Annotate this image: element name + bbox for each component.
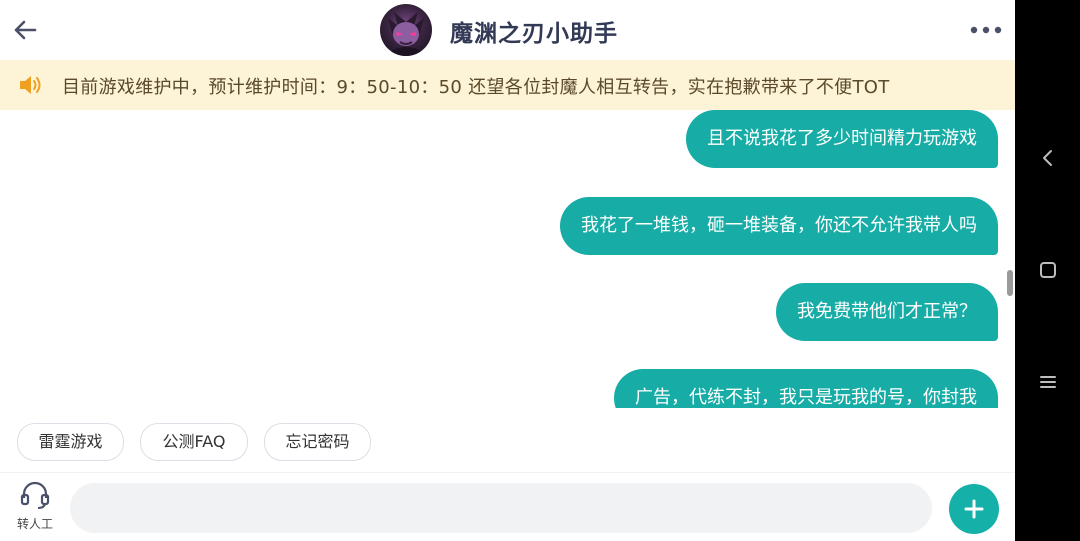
transfer-to-agent-button[interactable]: 转人工: [10, 481, 60, 533]
add-attachment-button[interactable]: [949, 484, 999, 534]
speaker-icon: [20, 76, 41, 94]
quick-reply-chip-faq[interactable]: 公测FAQ: [140, 423, 248, 461]
scrollbar-thumb[interactable]: [1007, 270, 1013, 296]
plus-icon: [964, 499, 984, 519]
more-horizontal-icon: [970, 26, 1002, 34]
chat-message-list[interactable]: 且不说我花了多少时间精力玩游戏 我花了一堆钱，砸一堆装备，你还不允许我带人吗 我…: [0, 110, 1015, 408]
system-home-button[interactable]: [1035, 257, 1061, 283]
notice-text: 目前游戏维护中，预计维护时间：9：50-10：50 还望各位封魔人相互转告，实在…: [62, 77, 890, 98]
back-button[interactable]: [8, 12, 42, 48]
user-message-bubble: 广告，代练不封，我只是玩我的号，你封我: [614, 369, 998, 408]
maintenance-notice-bar: 目前游戏维护中，预计维护时间：9：50-10：50 还望各位封魔人相互转告，实在…: [0, 60, 1015, 110]
message-input[interactable]: [70, 483, 932, 533]
headset-icon: [20, 481, 50, 509]
user-message-bubble: 我花了一堆钱，砸一堆装备，你还不允许我带人吗: [560, 197, 998, 255]
user-message-bubble: 且不说我花了多少时间精力玩游戏: [686, 110, 998, 168]
transfer-to-agent-label: 转人工: [16, 517, 53, 531]
menu-lines-icon: [1040, 376, 1056, 388]
chevron-left-icon: [1043, 150, 1052, 166]
quick-reply-chip-forgot-password[interactable]: 忘记密码: [264, 423, 371, 461]
character-avatar: [380, 4, 432, 56]
more-button[interactable]: [966, 16, 1006, 44]
page-title: 魔渊之刃小助手: [450, 21, 618, 47]
input-bar: 转人工: [0, 472, 1015, 541]
square-icon: [1040, 262, 1056, 278]
quick-reply-chip-leiting-games[interactable]: 雷霆游戏: [17, 423, 124, 461]
quick-reply-bar: 雷霆游戏 公测FAQ 忘记密码: [0, 408, 1015, 472]
system-menu-button[interactable]: [1035, 369, 1061, 395]
header: 魔渊之刃小助手: [0, 0, 1015, 60]
chat-screen: 魔渊之刃小助手 目前游戏维护中，预计维护时间：9：50-10：50 还望各位封魔…: [0, 0, 1015, 541]
arrow-left-icon: [14, 20, 37, 40]
user-message-bubble: 我免费带他们才正常？: [776, 283, 998, 341]
system-navigation-bar: [1015, 0, 1080, 541]
system-back-button[interactable]: [1035, 145, 1061, 171]
